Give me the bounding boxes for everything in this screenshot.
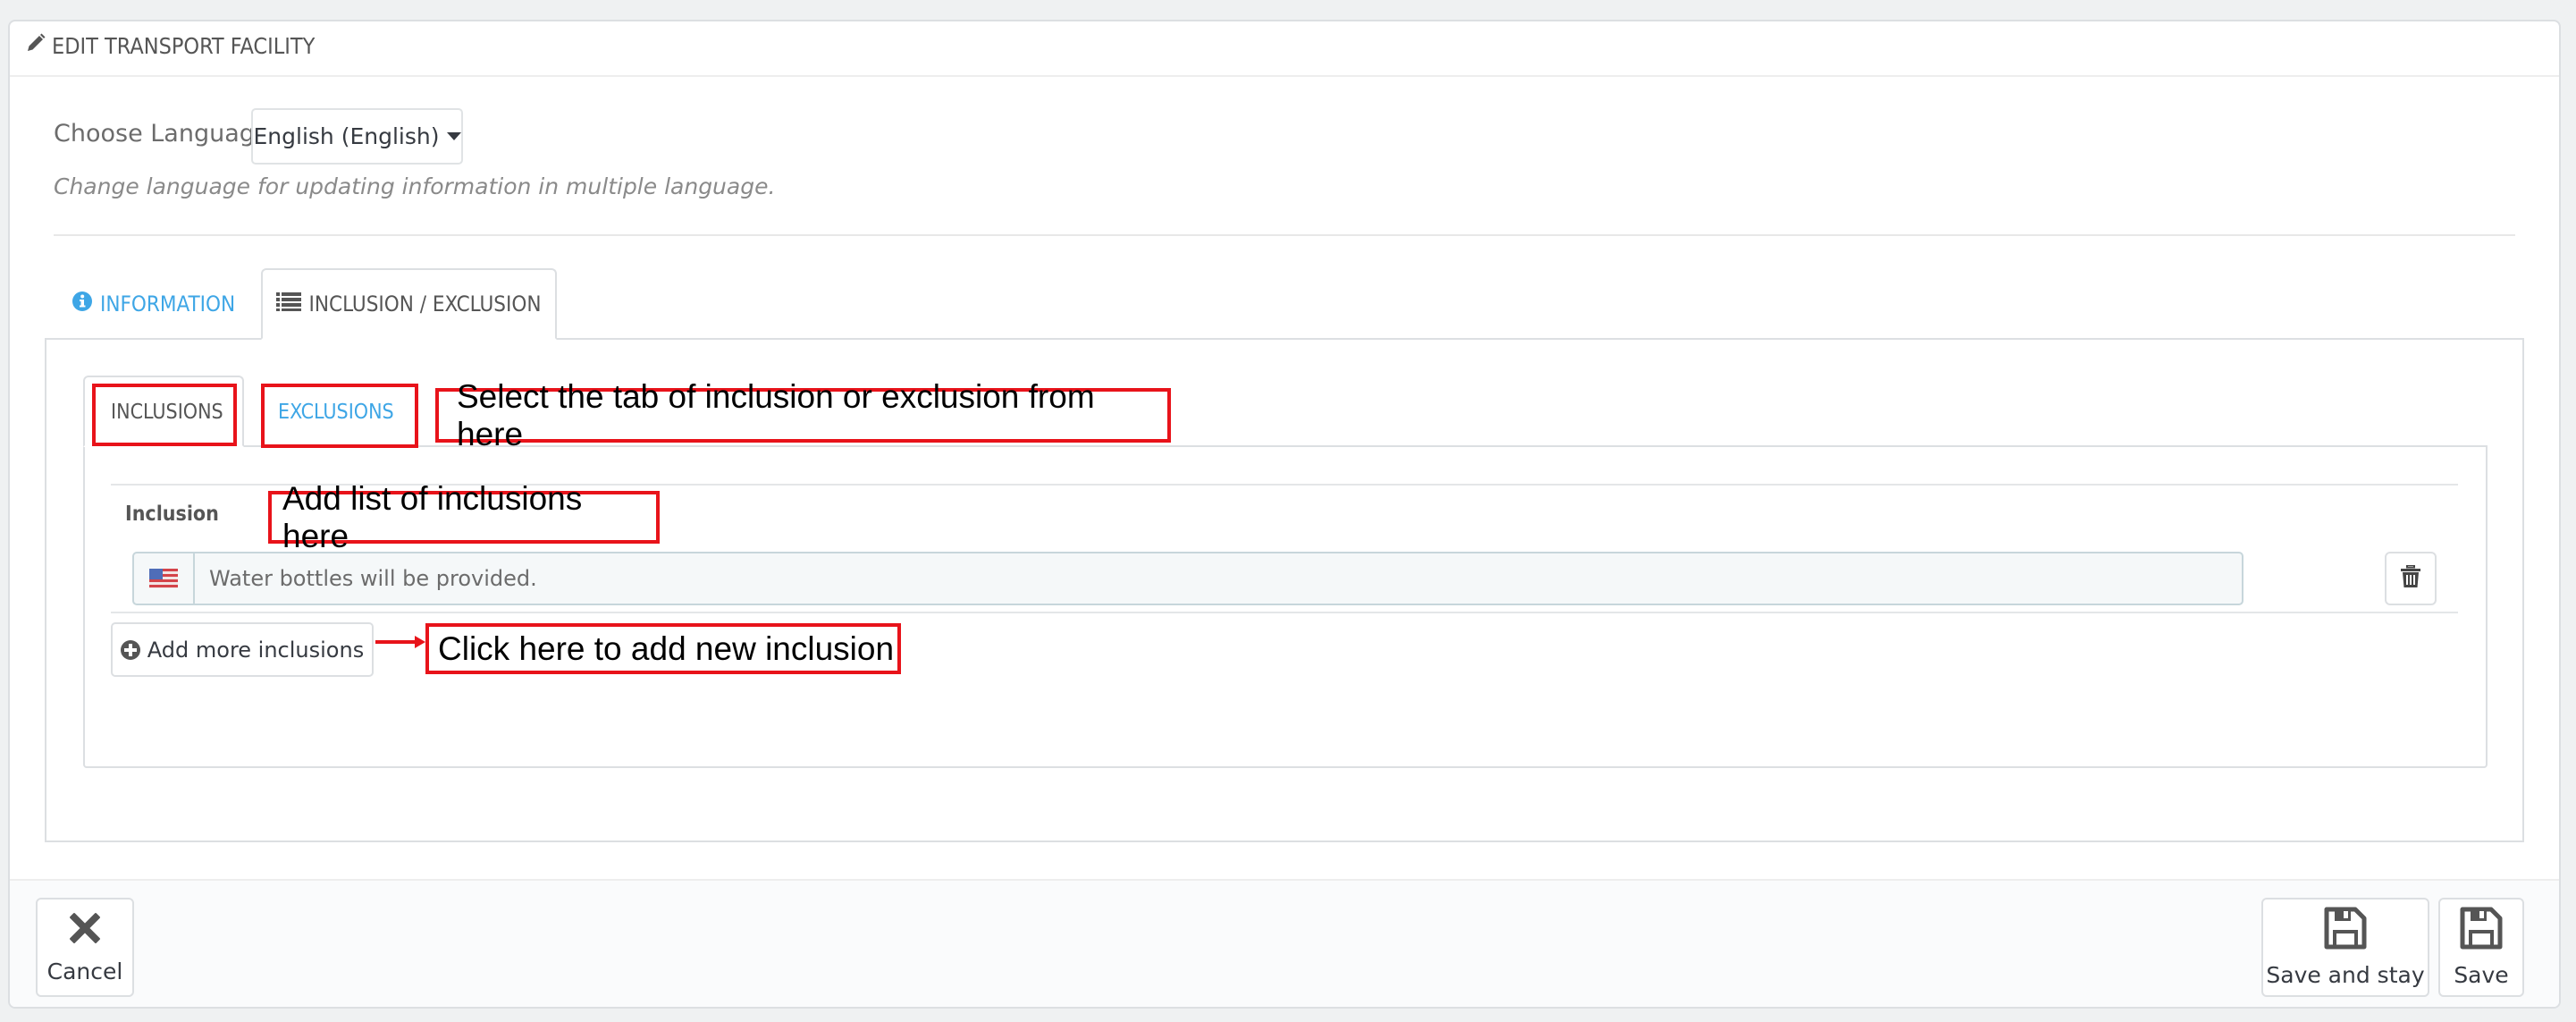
tab-inclusion-exclusion[interactable]: INCLUSION / EXCLUSION xyxy=(261,268,557,340)
info-circle-icon xyxy=(72,291,93,317)
add-more-inclusions-button[interactable]: Add more inclusions xyxy=(111,622,374,677)
cancel-button[interactable]: Cancel xyxy=(36,898,134,997)
language-addon xyxy=(134,553,195,604)
caret-down-icon xyxy=(446,132,461,140)
inclusion-input-group xyxy=(132,552,2243,605)
annotation-list: Add list of inclusions here xyxy=(268,480,660,554)
save-icon xyxy=(2460,907,2503,955)
inclusion-label: Inclusion xyxy=(125,503,219,526)
language-dropdown[interactable]: English (English) xyxy=(251,108,463,165)
divider xyxy=(111,612,2458,613)
delete-inclusion-button[interactable] xyxy=(2385,552,2437,605)
arrow-head-icon xyxy=(415,636,425,648)
language-help-text: Change language for updating information… xyxy=(54,173,776,199)
close-icon xyxy=(67,910,103,951)
tab-border xyxy=(555,338,2524,340)
list-icon xyxy=(276,291,302,317)
choose-language-label: Choose Language xyxy=(54,120,270,148)
annotation-add: Click here to add new inclusion xyxy=(425,623,901,674)
annotation-arrow xyxy=(375,640,418,644)
annotation-subtabs: Select the tab of inclusion or exclusion… xyxy=(435,378,1171,452)
panel-footer xyxy=(10,879,2559,1007)
tab-information[interactable]: INFORMATION xyxy=(72,268,235,340)
language-selected: English (English) xyxy=(253,123,440,149)
save-and-stay-button[interactable]: Save and stay xyxy=(2261,898,2429,997)
pencil-icon xyxy=(25,32,46,59)
subtab-exclusions[interactable]: EXCLUSIONS xyxy=(278,401,394,424)
panel-heading xyxy=(10,21,2559,77)
panel-title: EDIT TRANSPORT FACILITY xyxy=(25,32,315,59)
divider xyxy=(54,234,2515,236)
inclusion-input[interactable] xyxy=(195,565,2242,592)
subtab-inclusions[interactable]: INCLUSIONS xyxy=(111,401,223,424)
trash-icon xyxy=(2401,563,2420,593)
plus-circle-icon xyxy=(120,639,140,660)
us-flag-icon xyxy=(149,569,178,588)
save-icon xyxy=(2324,907,2367,955)
save-button[interactable]: Save xyxy=(2438,898,2524,997)
